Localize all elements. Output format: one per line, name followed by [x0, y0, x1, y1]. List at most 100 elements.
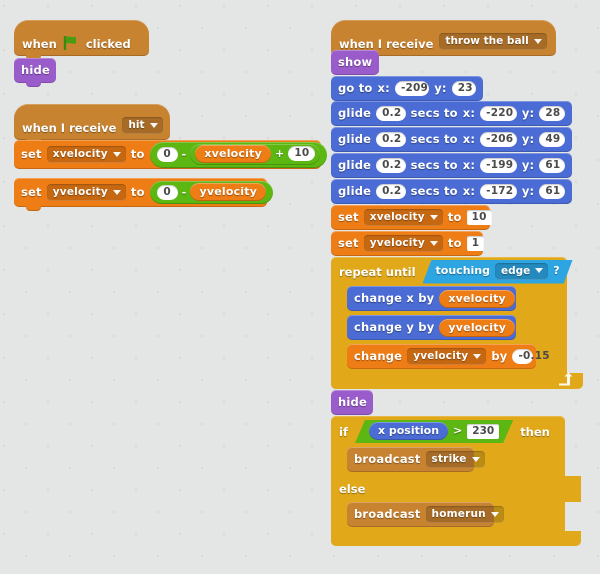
- broadcast-message-homerun-value: homerun: [431, 508, 486, 520]
- block-hide-1[interactable]: hide: [14, 58, 56, 87]
- block-change-x-by[interactable]: change x by xvelocity: [347, 286, 516, 311]
- hat-when-label: when: [22, 37, 57, 51]
- reporter-yvelocity[interactable]: yvelocity: [190, 183, 267, 201]
- variable-dropdown-yvelocity[interactable]: yvelocity: [407, 348, 487, 365]
- block-set-yvelocity-hit[interactable]: set yvelocity to 0 - yvelocity: [14, 178, 274, 211]
- block-set-xvelocity-10[interactable]: set xvelocity to 10: [331, 205, 492, 230]
- variable-dropdown-yvelocity-value: yvelocity: [52, 186, 108, 198]
- variable-dropdown-yvelocity-value: yvelocity: [369, 237, 425, 249]
- else-branch-arm: [331, 502, 347, 531]
- glide-x-value[interactable]: -220: [480, 106, 517, 121]
- glide-y-value[interactable]: 61: [539, 184, 565, 199]
- set-yvelocity-value[interactable]: 1: [466, 236, 485, 251]
- broadcast-message-dropdown-strike[interactable]: strike: [425, 451, 485, 468]
- glide-x-value[interactable]: -206: [480, 132, 517, 147]
- reporter-xvelocity[interactable]: xvelocity: [439, 289, 515, 308]
- block-repeat-until[interactable]: repeat until touching edge ? change x by: [331, 257, 583, 389]
- glide-y-value[interactable]: 61: [539, 158, 565, 173]
- variable-dropdown-xvelocity[interactable]: xvelocity: [363, 209, 443, 226]
- block-broadcast-strike[interactable]: broadcast strike: [347, 447, 485, 472]
- block-broadcast-homerun[interactable]: broadcast homerun: [347, 502, 504, 527]
- subtract-left-value[interactable]: 0: [156, 146, 178, 162]
- block-go-to-xy[interactable]: go to x: -209 y: 23: [331, 76, 483, 101]
- broadcast-message-dropdown-homerun[interactable]: homerun: [425, 506, 504, 523]
- variable-dropdown-yvelocity[interactable]: yvelocity: [363, 235, 443, 252]
- glide-secs-value[interactable]: 0.2: [376, 158, 406, 173]
- script-canvas[interactable]: when clicked hide when I receive hit set…: [0, 0, 600, 574]
- x-label: x:: [462, 131, 476, 146]
- block-change-yvelocity-by[interactable]: change yvelocity by -0.15: [347, 344, 550, 369]
- glide-secs-value[interactable]: 0.2: [376, 132, 406, 147]
- repeat-until-header[interactable]: repeat until touching edge ?: [331, 257, 567, 286]
- variable-dropdown-yvelocity[interactable]: yvelocity: [46, 184, 126, 201]
- broadcast-label: broadcast: [354, 506, 421, 521]
- block-set-yvelocity-1[interactable]: set yvelocity to 1: [331, 231, 485, 256]
- question-mark: ?: [553, 264, 560, 277]
- x-label: x:: [462, 183, 476, 198]
- boolean-greater-than[interactable]: x position > 230: [355, 420, 513, 443]
- set-label: set: [21, 146, 42, 161]
- hat-when-flag-clicked[interactable]: when clicked: [14, 20, 149, 60]
- add-right-value[interactable]: 10: [288, 146, 316, 161]
- subtract-left-value[interactable]: 0: [156, 184, 178, 200]
- message-dropdown-throw[interactable]: throw the ball: [439, 33, 547, 50]
- glide-y-value[interactable]: 49: [539, 132, 565, 147]
- plus-symbol: +: [274, 147, 285, 160]
- broadcast-label: broadcast: [354, 451, 421, 466]
- else-header[interactable]: else: [331, 476, 581, 502]
- glide-secs-value[interactable]: 0.2: [376, 106, 406, 121]
- y-label: y:: [434, 80, 447, 95]
- boolean-touching-edge[interactable]: touching edge ?: [423, 260, 573, 284]
- greater-than-value[interactable]: 230: [467, 424, 499, 439]
- x-label: x:: [462, 157, 476, 172]
- reporter-yvelocity[interactable]: yvelocity: [439, 318, 516, 337]
- repeat-until-footer[interactable]: [331, 372, 583, 389]
- operator-subtract-y[interactable]: 0 - yvelocity: [149, 181, 274, 204]
- touching-target-dropdown[interactable]: edge: [495, 263, 548, 280]
- x-label: x:: [462, 105, 476, 120]
- variable-dropdown-xvelocity[interactable]: xvelocity: [46, 146, 126, 163]
- repeat-until-arm: [331, 286, 347, 373]
- block-glide-1[interactable]: glide 0.2 secs to x: -220 y: 28: [331, 101, 572, 126]
- block-hide-2[interactable]: hide: [331, 390, 373, 415]
- glide-x-value[interactable]: -172: [480, 184, 517, 199]
- secs-to-label: secs to: [410, 131, 458, 146]
- glide-label: glide: [338, 131, 372, 146]
- block-glide-3[interactable]: glide 0.2 secs to x: -199 y: 61: [331, 153, 572, 178]
- y-label: y:: [521, 105, 535, 120]
- y-label: y:: [521, 131, 535, 146]
- operator-subtract-x[interactable]: 0 - xvelocity + 10: [149, 141, 328, 168]
- glide-label: glide: [338, 105, 372, 120]
- glide-secs-value[interactable]: 0.2: [376, 184, 406, 199]
- operator-add-x[interactable]: xvelocity + 10: [190, 143, 321, 165]
- green-flag-icon: [63, 35, 80, 51]
- if-label: if: [339, 424, 348, 439]
- reporter-xvelocity[interactable]: xvelocity: [195, 144, 271, 163]
- set-xvelocity-value[interactable]: 10: [466, 210, 492, 225]
- broadcast-message-strike-value: strike: [431, 453, 467, 465]
- variable-dropdown-xvelocity-value: xvelocity: [369, 211, 425, 223]
- block-show[interactable]: show: [331, 50, 379, 75]
- show-label: show: [338, 54, 373, 69]
- else-label: else: [339, 482, 366, 496]
- glide-y-value[interactable]: 28: [539, 106, 565, 121]
- message-dropdown-throw-value: throw the ball: [445, 35, 529, 47]
- block-change-y-by[interactable]: change y by yvelocity: [347, 315, 516, 340]
- hat-when-i-receive-hit[interactable]: when I receive hit: [14, 104, 170, 144]
- chevron-down-icon: [490, 511, 499, 517]
- greater-than-symbol: >: [453, 424, 463, 437]
- block-set-xvelocity-hit[interactable]: set xvelocity to 0 - xvelocity + 10: [14, 140, 328, 169]
- block-glide-4[interactable]: glide 0.2 secs to x: -172 y: 61: [331, 179, 572, 204]
- if-header[interactable]: if x position > 230 then: [331, 416, 565, 447]
- change-label: change: [354, 348, 403, 363]
- to-label: to: [447, 235, 462, 250]
- go-to-x-value[interactable]: -209: [394, 81, 430, 96]
- reporter-x-position[interactable]: x position: [369, 422, 448, 440]
- change-yvelocity-value[interactable]: -0.15: [512, 349, 550, 364]
- y-label: y:: [521, 157, 535, 172]
- block-if-else[interactable]: if x position > 230 then broadcast strik…: [331, 416, 581, 546]
- block-glide-2[interactable]: glide 0.2 secs to x: -206 y: 49: [331, 127, 572, 152]
- message-dropdown-hit[interactable]: hit: [122, 117, 163, 134]
- go-to-y-value[interactable]: 23: [451, 81, 476, 96]
- glide-x-value[interactable]: -199: [480, 158, 517, 173]
